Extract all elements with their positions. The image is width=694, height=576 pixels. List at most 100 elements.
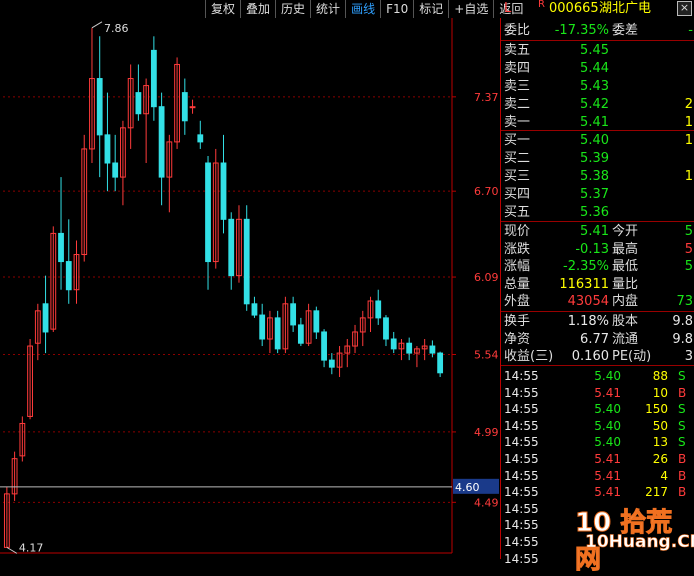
- tick-volume: 50: [652, 418, 668, 433]
- bid-label: 买三: [504, 169, 531, 184]
- quote-label: 外盘: [504, 294, 531, 310]
- ask-price: 5.42: [580, 97, 609, 112]
- candle-body: [297, 324, 304, 344]
- bid-price: 5.40: [580, 133, 609, 148]
- tick-row: 14:55 5.40 88 S: [501, 368, 694, 385]
- order-ratio-label: 委比: [504, 23, 531, 38]
- quote-value: 116311: [559, 276, 609, 292]
- quote-label: 涨幅: [504, 259, 531, 275]
- quote-label2: 最高: [612, 241, 639, 257]
- kline-chart[interactable]: 4.49 4.99 5.54 6.09 6.70 7.37 7.86 4.17 4.60: [0, 0, 500, 559]
- y-tick-label: 7.37: [474, 91, 499, 104]
- tick-price: 5.40: [594, 435, 621, 450]
- y-tick-label: 4.49: [474, 496, 499, 509]
- tick-direction: B: [678, 452, 687, 466]
- quote-label2: 最低: [612, 259, 639, 275]
- candle-body: [220, 162, 227, 220]
- quote-row: 外盘 43054 内盘 73: [501, 293, 694, 310]
- candle-body: [150, 49, 157, 108]
- bid-label: 买五: [504, 205, 531, 220]
- bid-row: 买二 5.39: [501, 150, 694, 167]
- candle-body: [42, 303, 49, 333]
- tick-price: 5.40: [594, 402, 621, 417]
- y-tick-label: 6.70: [474, 185, 499, 198]
- ask-price: 5.41: [580, 115, 609, 130]
- tick-time: 14:55: [504, 518, 539, 533]
- flag-label: L: [504, 1, 512, 16]
- tick-row: 14:55 5.41 26 B: [501, 451, 694, 468]
- fund-label: 收益(三): [504, 349, 554, 364]
- y-tick-label: 6.09: [474, 271, 499, 284]
- candle-body: [328, 359, 335, 368]
- toolbar-button-2[interactable]: 历史: [275, 0, 310, 18]
- fund-value: 1.18%: [567, 314, 609, 329]
- candle-body: [205, 162, 211, 263]
- chart-toolbar: 复权 叠加 历史 统计 画线 F10 标记 +自选 返回: [205, 0, 529, 18]
- quote-value2: 5: [684, 224, 693, 239]
- candle-body: [189, 106, 196, 109]
- tick-time: 14:55: [504, 468, 539, 483]
- candle-body: [112, 162, 119, 178]
- ask-label: 卖三: [504, 79, 531, 94]
- quote-label2: 量比: [612, 276, 639, 292]
- fund-label: 换手: [504, 314, 531, 329]
- fund-value: 0.160: [571, 349, 609, 364]
- quote-label2: 今开: [612, 224, 639, 239]
- quote-value2: 5: [684, 259, 693, 275]
- bid-price: 5.38: [580, 169, 609, 184]
- quote-label: 总量: [504, 276, 531, 292]
- tick-direction: S: [678, 435, 686, 450]
- toolbar-button-5[interactable]: F10: [380, 0, 413, 18]
- ask-volume: 2: [684, 97, 693, 112]
- tick-volume: 217: [645, 485, 668, 500]
- tick-time: 14:55: [504, 402, 539, 417]
- fund-value2: 3: [684, 349, 693, 364]
- fund-label: 净资: [504, 331, 531, 347]
- fundamental-row: 净资 6.77 流通 9.8: [501, 331, 694, 348]
- stock-header: L R 000665 湖北广电: [501, 0, 694, 18]
- candle-body: [290, 303, 297, 326]
- quote-row: 涨幅 -2.35% 最低 5: [501, 258, 694, 275]
- candle-body: [251, 303, 258, 316]
- candle-body: [181, 92, 188, 122]
- bid-row: 买四 5.37: [501, 186, 694, 203]
- fund-value2: 9.8: [672, 331, 693, 347]
- ask-row: 卖一 5.41 1: [501, 114, 694, 131]
- crosshair-price-label: 4.60: [455, 481, 480, 494]
- r-badge: R: [538, 0, 545, 10]
- ask-price: 5.45: [580, 43, 609, 58]
- candle-body: [158, 106, 165, 178]
- toolbar-button-7[interactable]: +自选: [448, 0, 493, 18]
- annotation-label: 7.86: [104, 22, 129, 35]
- quote-value: 5.41: [580, 224, 609, 239]
- tick-direction: S: [678, 402, 686, 417]
- fundamental-row: 换手 1.18% 股本 9.8: [501, 313, 694, 330]
- bid-label: 买四: [504, 187, 531, 202]
- quote-value2: 5: [684, 241, 693, 257]
- toolbar-button-3[interactable]: 统计: [310, 0, 345, 18]
- tick-volume: 88: [652, 369, 668, 383]
- ask-volume: 1: [684, 115, 693, 130]
- annotation-label: 4.17: [19, 541, 44, 554]
- quote-row: 涨跌 -0.13 最高 5: [501, 241, 694, 258]
- order-diff-label: 委差: [612, 23, 639, 38]
- fund-label2: PE(动): [612, 349, 652, 364]
- toolbar-button-6[interactable]: 标记: [413, 0, 448, 18]
- candle-body: [228, 218, 235, 277]
- candle-body: [243, 218, 250, 305]
- candle-body: [135, 92, 142, 115]
- bid-price: 5.36: [580, 205, 609, 220]
- quote-value: -2.35%: [563, 259, 609, 275]
- toolbar-button-4[interactable]: 画线: [345, 0, 380, 18]
- tick-row: 14:55 5.40 150 S: [501, 401, 694, 418]
- toolbar-button-1[interactable]: 叠加: [240, 0, 275, 18]
- ask-price: 5.43: [580, 79, 609, 94]
- toolbar-button-0[interactable]: 复权: [205, 0, 240, 18]
- tick-time: 14:55: [504, 452, 539, 466]
- tick-price: 5.40: [594, 369, 621, 383]
- candle-body: [321, 331, 327, 361]
- bid-row: 买三 5.38 1: [501, 168, 694, 185]
- tick-price: 5.41: [594, 468, 621, 483]
- ask-label: 卖二: [504, 97, 531, 112]
- quote-value: -0.13: [575, 241, 609, 257]
